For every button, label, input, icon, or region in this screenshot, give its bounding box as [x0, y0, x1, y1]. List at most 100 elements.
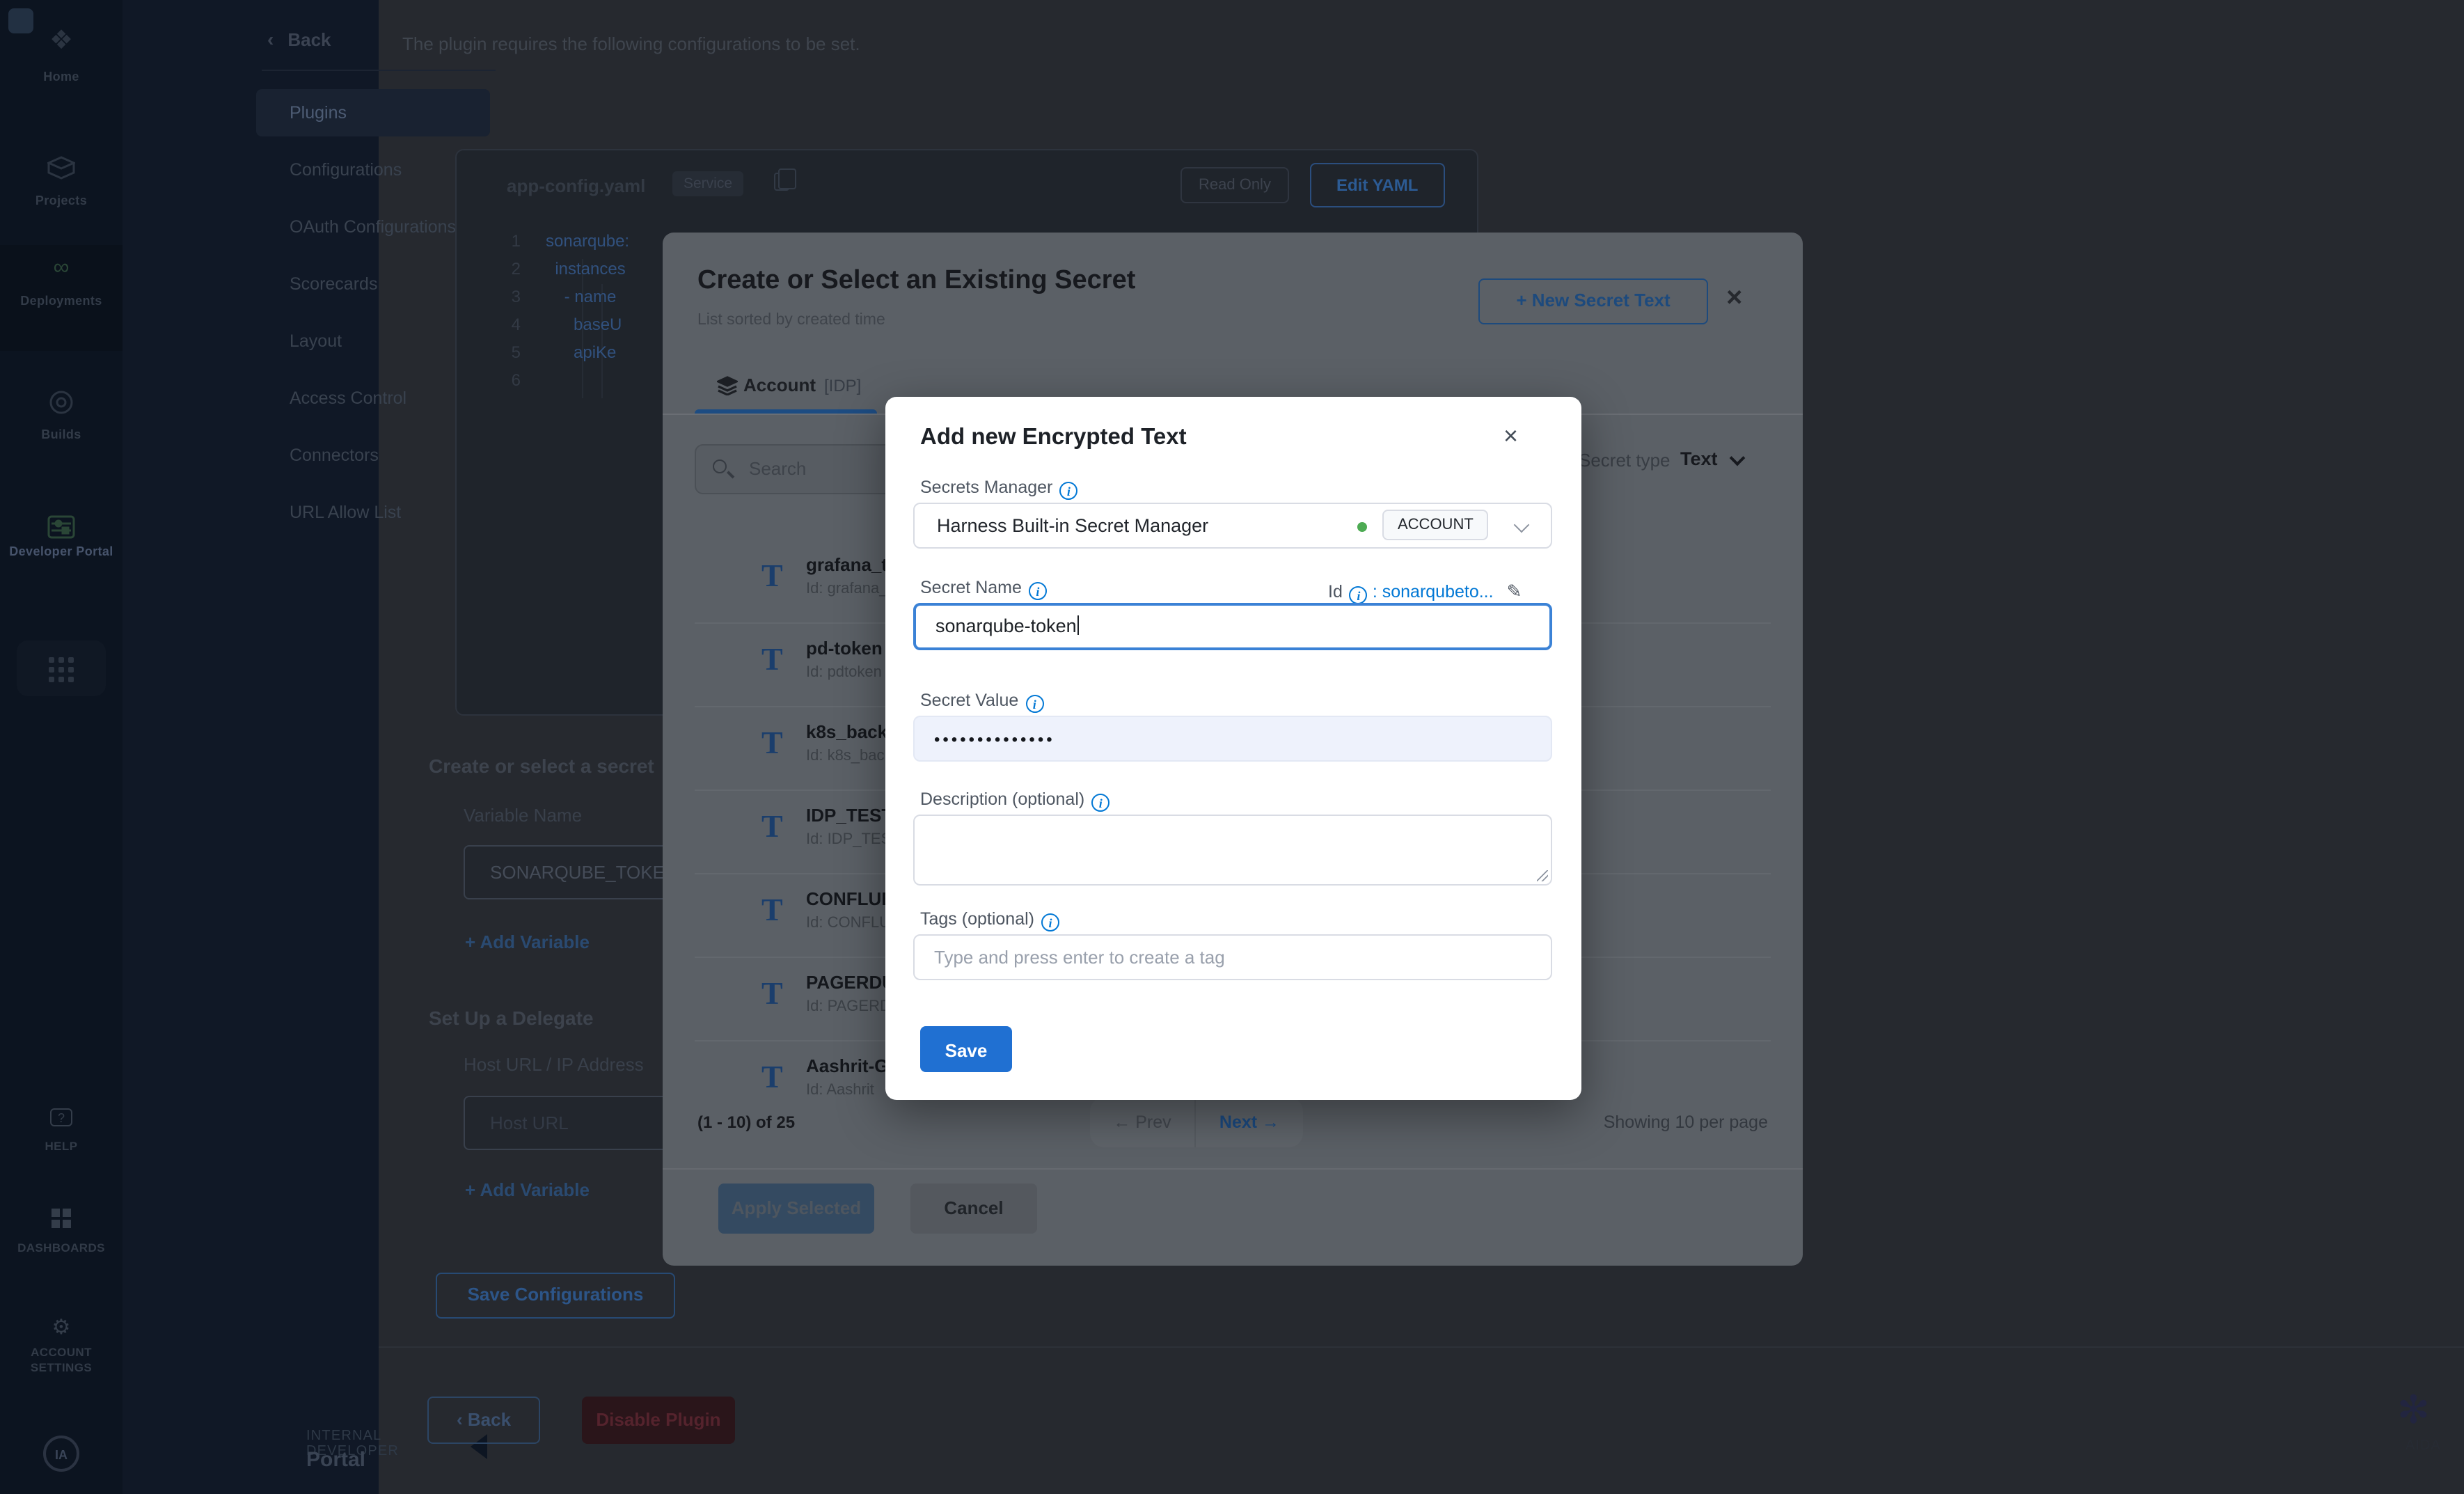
sidebar-item-dashboards[interactable]: DASHBOARDS [0, 1209, 123, 1259]
host-url-label: Host URL / IP Address [464, 1054, 644, 1075]
text-secret-icon: T [761, 560, 783, 592]
secret-name-label: Secret Namei [920, 578, 1047, 600]
text-secret-icon: T [761, 894, 783, 926]
next-button[interactable]: Next → [1197, 1097, 1302, 1147]
per-page-text: Showing 10 per page [1387, 1112, 1768, 1132]
info-icon: i [1091, 794, 1109, 812]
read-only-badge: Read Only [1180, 167, 1289, 203]
secret-section-title: Create or select a secret [429, 755, 654, 777]
sidebar-item-deployments[interactable]: ∞ Deployments [0, 256, 123, 312]
edit-yaml-button[interactable]: Edit YAML [1310, 163, 1444, 207]
text-secret-icon: T [761, 643, 783, 675]
developer-portal-icon [0, 515, 123, 539]
disable-plugin-button[interactable]: Disable Plugin [582, 1397, 735, 1444]
text-secret-icon: T [761, 1061, 783, 1093]
dashboards-icon [51, 1209, 72, 1228]
add-variable-link[interactable]: + Add Variable [465, 931, 590, 952]
sidebar-item-help[interactable]: ? HELP [0, 1108, 123, 1157]
projects-icon [0, 156, 123, 181]
chevron-left-icon: ‹ [267, 28, 274, 50]
secret-name-input[interactable]: sonarqube-token [913, 603, 1552, 650]
secret-type-label: Secret type [1579, 450, 1671, 471]
grid-icon [49, 657, 74, 682]
page-description: The plugin requires the following config… [402, 33, 860, 54]
portal-title: Portal [306, 1448, 365, 1472]
secret-id-value[interactable]: : sonarqubeto... [1373, 582, 1494, 601]
tab-account-scope: [IDP] [824, 376, 861, 395]
builds-icon [0, 390, 123, 415]
description-textarea[interactable] [913, 815, 1552, 886]
search-icon [713, 459, 727, 473]
aida-label: AIDA [2406, 1438, 2441, 1454]
status-dot [1357, 522, 1367, 532]
help-chat-icon: ? [50, 1108, 72, 1126]
delegate-section-title: Set Up a Delegate [429, 1007, 594, 1029]
secrets-manager-select[interactable]: Harness Built-in Secret Manager ACCOUNT [913, 503, 1552, 549]
tags-label: Tags (optional)i [920, 909, 1059, 931]
sidebar-item-projects[interactable]: Projects [0, 156, 123, 212]
info-icon: i [1350, 586, 1368, 604]
close-icon[interactable]: × [1726, 283, 1742, 315]
text-secret-icon: T [761, 977, 783, 1009]
text-caret [1078, 615, 1080, 635]
home-icon: ❖ [0, 25, 123, 57]
info-icon: i [1041, 913, 1059, 931]
aida-icon[interactable]: ✻ [2397, 1387, 2430, 1433]
info-icon: i [1029, 582, 1047, 600]
text-secret-icon: T [761, 810, 783, 842]
divider [262, 70, 496, 71]
secret-type-value[interactable]: Text [1680, 448, 1718, 469]
layers-icon [717, 376, 738, 395]
save-configurations-button[interactable]: Save Configurations [436, 1273, 675, 1319]
back-button[interactable]: ‹ Back [427, 1397, 540, 1444]
modal-subtitle: List sorted by created time [697, 312, 885, 329]
tags-input[interactable] [913, 934, 1552, 980]
modal-title: Add new Encrypted Text [920, 425, 1187, 451]
sidebar-item-developer-portal[interactable]: Developer Portal [0, 515, 123, 560]
back-nav[interactable]: ‹Back [267, 28, 331, 50]
divider [663, 1168, 1803, 1170]
info-icon: i [1059, 482, 1077, 500]
harness-idp-app: ❖ Home Projects ∞ Deployments Builds Dev… [0, 0, 2464, 1494]
variable-name-label: Variable Name [464, 805, 582, 826]
add-encrypted-text-modal: Add new Encrypted Text × Secrets Manager… [885, 397, 1581, 1100]
pagination-range: (1 - 10) of 25 [697, 1112, 795, 1132]
module-picker-button[interactable] [17, 640, 106, 696]
edit-pencil-icon[interactable]: ✎ [1507, 581, 1522, 601]
description-label: Description (optional)i [920, 789, 1109, 812]
primary-sidebar: ❖ Home Projects ∞ Deployments Builds Dev… [0, 0, 123, 1494]
prev-button[interactable]: ← Prev [1090, 1097, 1196, 1147]
chevron-down-icon[interactable] [1730, 450, 1746, 466]
secrets-manager-label: Secrets Manageri [920, 478, 1077, 500]
deployments-icon: ∞ [0, 256, 123, 281]
yaml-filename: app-config.yaml [507, 175, 645, 196]
divider [379, 1346, 2464, 1348]
pagination: ← Prev Next → [1090, 1097, 1303, 1147]
info-icon: i [1025, 695, 1043, 713]
scope-chip: ACCOUNT [1382, 510, 1489, 540]
chevron-down-icon [1514, 517, 1530, 533]
new-secret-text-button[interactable]: + New Secret Text [1478, 278, 1708, 324]
chevron-left-icon: ‹ [457, 1409, 463, 1430]
user-avatar[interactable]: IA [43, 1436, 79, 1472]
modal-title: Create or Select an Existing Secret [697, 266, 1135, 297]
copy-icon[interactable] [774, 173, 789, 191]
apply-selected-button[interactable]: Apply Selected [718, 1184, 874, 1234]
text-secret-icon: T [761, 727, 783, 759]
secret-value-label: Secret Valuei [920, 691, 1043, 713]
sidebar-item-builds[interactable]: Builds [0, 390, 123, 446]
add-variable-link-2[interactable]: + Add Variable [465, 1179, 590, 1200]
secret-id-row: Idi : sonarqubeto... ✎ [1328, 581, 1522, 604]
sidebar-item-home[interactable]: ❖ Home [0, 25, 123, 88]
secret-value-input[interactable]: •••••••••••••• [913, 716, 1552, 762]
sidebar-item-account-settings[interactable]: ⚙ ACCOUNT SETTINGS [0, 1314, 123, 1376]
sidebar-item-plugins[interactable]: Plugins [256, 89, 490, 136]
close-icon[interactable]: × [1503, 422, 1518, 451]
tab-account[interactable]: Account [743, 375, 816, 395]
save-button[interactable]: Save [920, 1026, 1012, 1072]
cancel-button[interactable]: Cancel [910, 1184, 1037, 1234]
secondary-sidebar: ‹Back Plugins Configurations OAuth Confi… [123, 0, 379, 1494]
resize-handle[interactable] [1537, 870, 1548, 881]
gear-icon: ⚙ [0, 1314, 123, 1339]
service-badge: Service [672, 171, 743, 196]
